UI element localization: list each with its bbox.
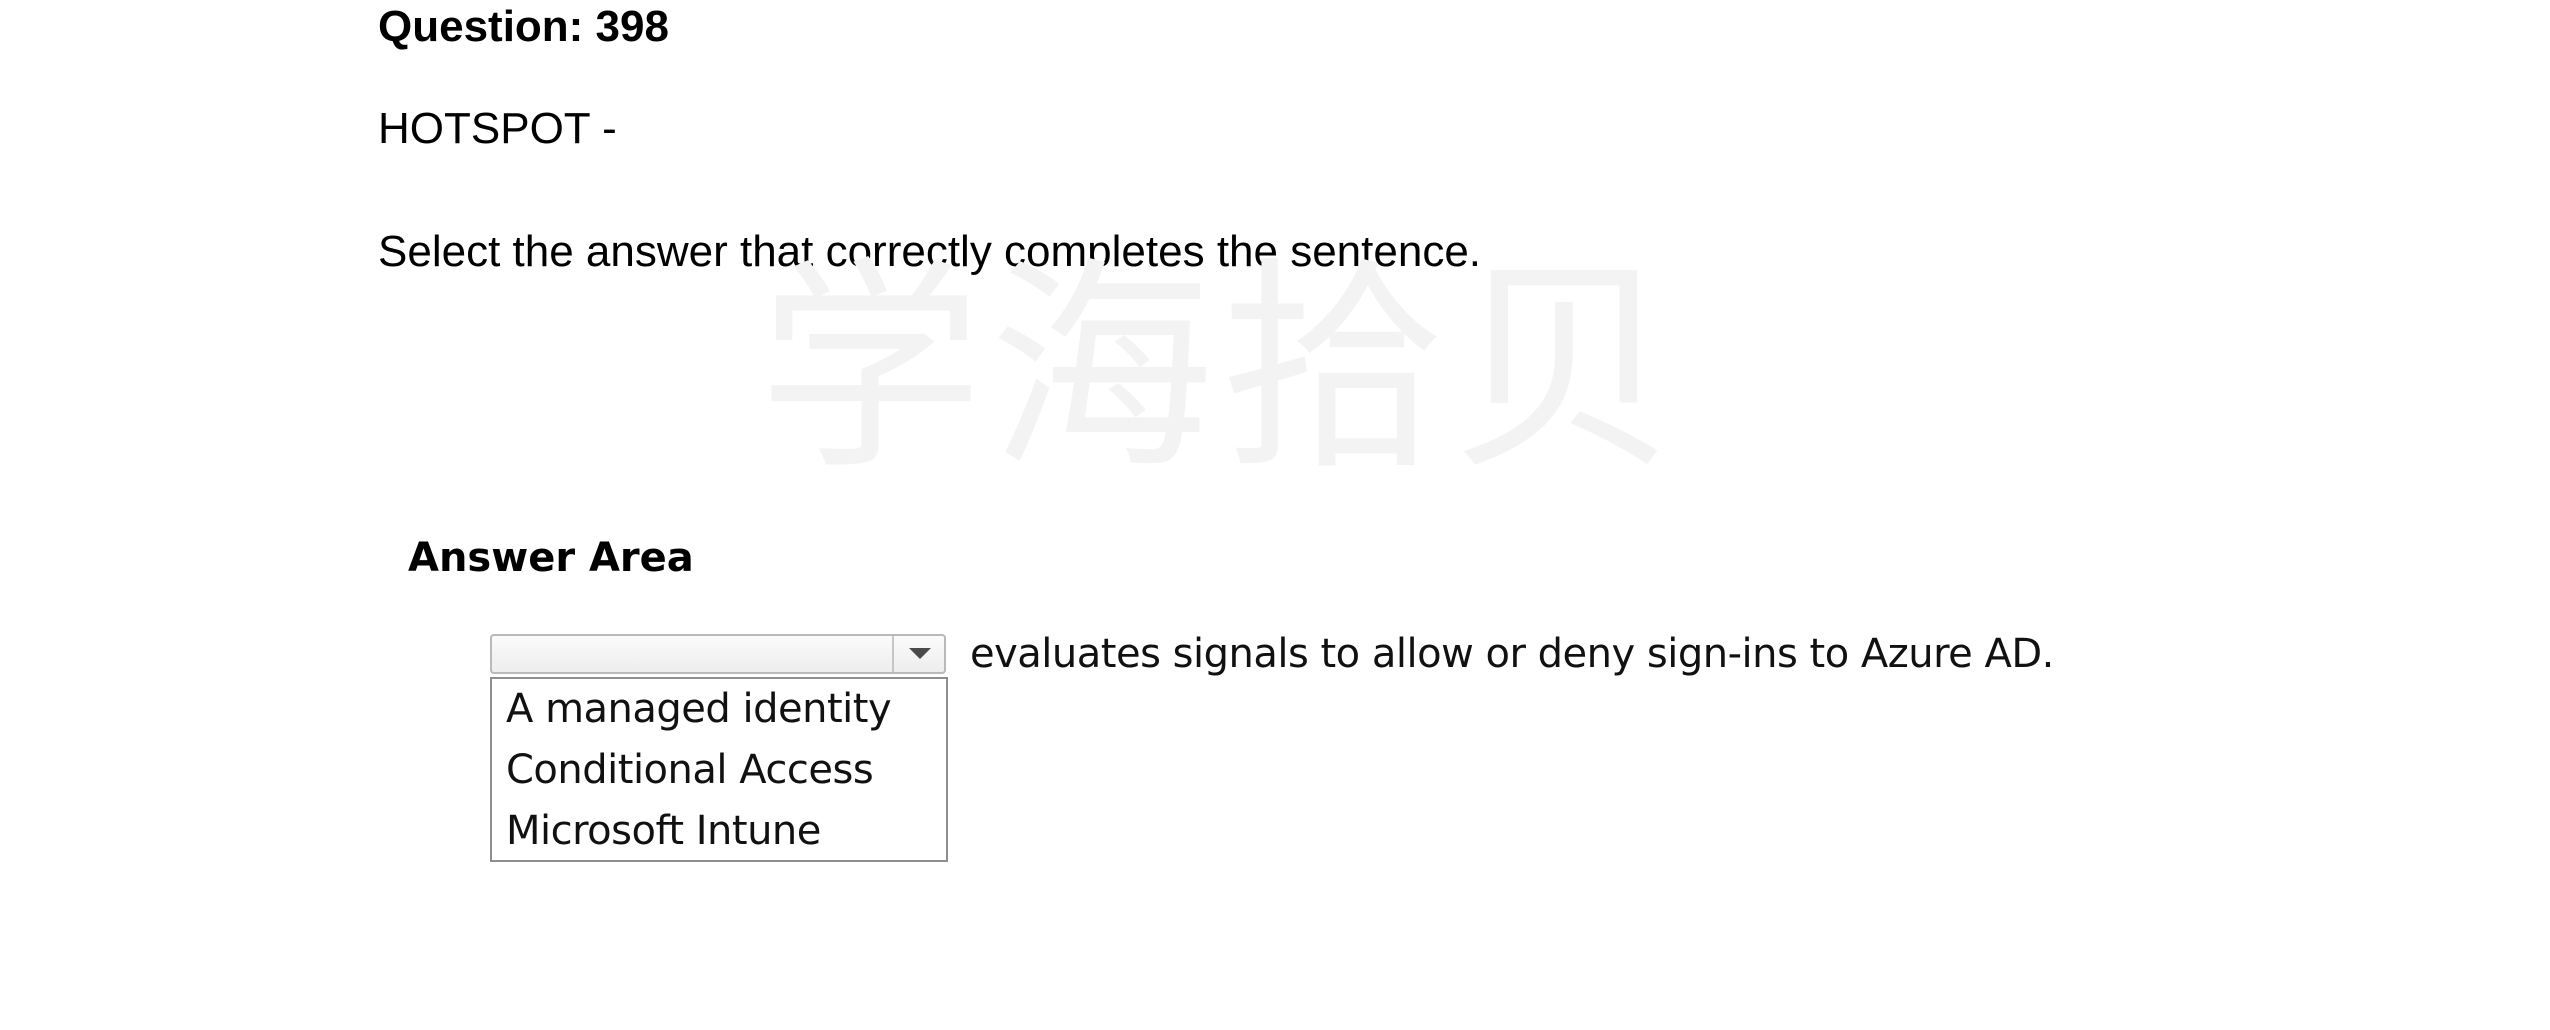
answer-dropdown[interactable] — [490, 634, 946, 674]
chevron-down-icon[interactable] — [909, 648, 931, 659]
question-type: HOTSPOT - — [378, 104, 617, 153]
dropdown-options-list: A managed identity Conditional Access Mi… — [490, 677, 948, 862]
answer-sentence: evaluates signals to allow or deny sign-… — [970, 631, 2054, 677]
question-instruction: Select the answer that correctly complet… — [378, 227, 1482, 276]
dropdown-toggle-button[interactable] — [892, 636, 944, 672]
dropdown-option-managed-identity[interactable]: A managed identity — [492, 679, 946, 740]
answer-area-title: Answer Area — [408, 535, 694, 581]
question-title: Question: 398 — [378, 2, 669, 51]
dropdown-option-conditional-access[interactable]: Conditional Access — [492, 740, 946, 801]
dropdown-option-microsoft-intune[interactable]: Microsoft Intune — [492, 801, 946, 862]
watermark: 学海拾贝 — [758, 239, 1682, 501]
